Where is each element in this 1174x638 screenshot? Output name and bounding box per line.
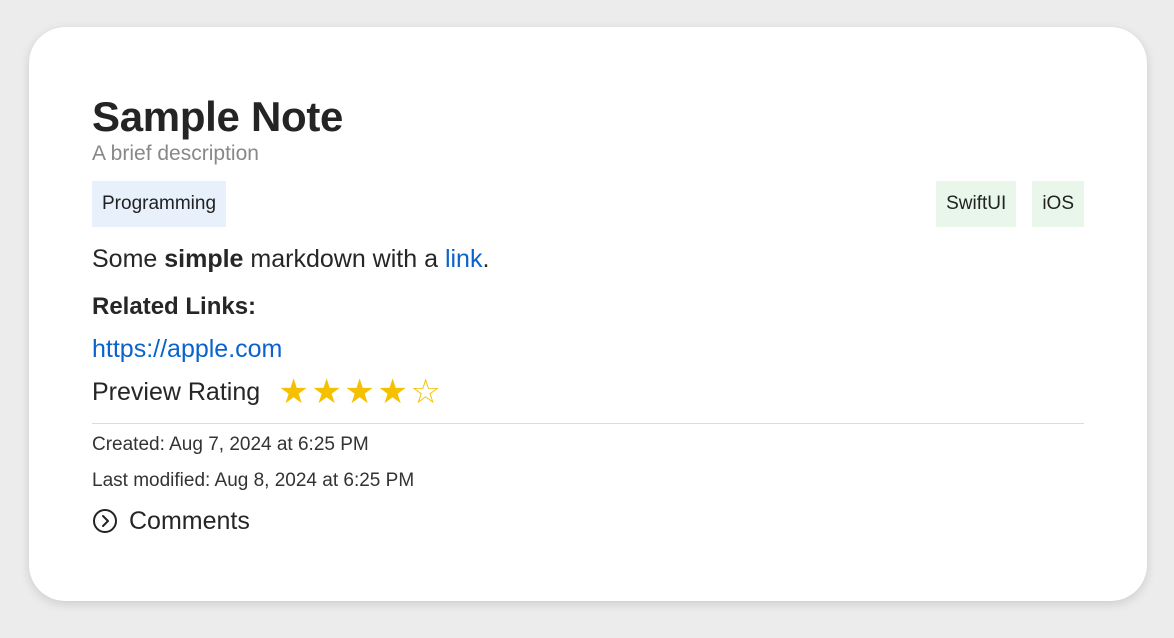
divider (92, 423, 1084, 424)
category-tags: Programming (92, 181, 227, 227)
body-text-suffix: . (482, 245, 490, 273)
tags-row: Programming SwiftUI iOS (92, 181, 1084, 227)
chevron-right-circle-icon (93, 509, 117, 533)
created-date: Created: Aug 7, 2024 at 6:25 PM (92, 434, 369, 455)
note-body: Some simple markdown with a link. (92, 244, 1084, 274)
star-filled-icon[interactable]: ★ (343, 375, 376, 409)
body-text-bold: simple (164, 245, 244, 273)
star-filled-icon[interactable]: ★ (310, 375, 343, 409)
tag-swiftui[interactable]: SwiftUI (936, 181, 1017, 227)
star-rating: ★ ★ ★ ★ ☆ (277, 375, 442, 409)
related-link[interactable]: https://apple.com (92, 334, 282, 364)
body-text-middle: markdown with a (243, 245, 445, 273)
rating-label: Preview Rating (92, 378, 261, 406)
modified-date: Last modified: Aug 8, 2024 at 6:25 PM (92, 470, 415, 491)
star-outline-icon[interactable]: ☆ (409, 375, 442, 409)
star-filled-icon[interactable]: ★ (376, 375, 409, 409)
star-filled-icon[interactable]: ★ (277, 375, 310, 409)
tag-ios[interactable]: iOS (1032, 181, 1084, 227)
related-links-heading: Related Links: (92, 293, 257, 320)
body-link[interactable]: link (445, 245, 483, 273)
note-card: Sample Note A brief description Programm… (29, 27, 1147, 601)
body-text-prefix: Some (92, 245, 165, 273)
comments-disclosure[interactable]: Comments (92, 506, 1084, 536)
note-content: Sample Note A brief description Programm… (92, 89, 1084, 536)
note-title: Sample Note (92, 93, 344, 140)
rating-row: Preview Rating ★ ★ ★ ★ ☆ (92, 375, 1084, 409)
category-tag[interactable]: Programming (92, 181, 227, 227)
comments-label: Comments (129, 507, 250, 535)
note-subtitle: A brief description (92, 142, 259, 165)
topic-tags: SwiftUI iOS (936, 181, 1084, 227)
